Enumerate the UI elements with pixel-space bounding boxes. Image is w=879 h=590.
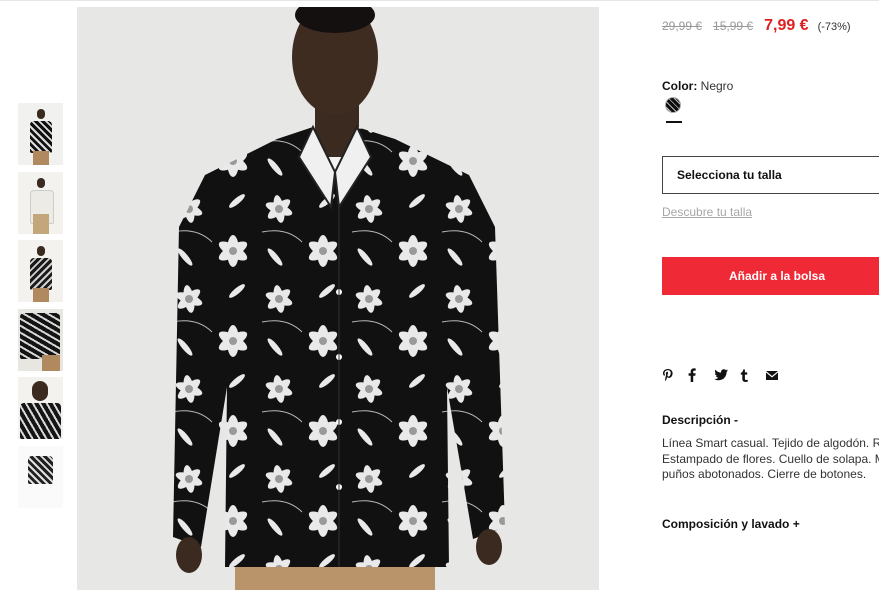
description-heading[interactable]: Descripción - [662,413,738,427]
color-label: Color: Negro [662,79,733,93]
facebook-icon[interactable] [688,367,714,383]
description-line: Estampado de flores. Cuello de solapa. M [662,451,879,466]
description-line: puños abotonados. Cierre de botones. [662,467,867,481]
add-to-bag-button[interactable]: Añadir a la bolsa [662,257,879,295]
selected-swatch-indicator [666,121,682,123]
color-swatch-negro[interactable] [665,97,681,113]
email-icon[interactable] [766,367,792,383]
pinterest-icon[interactable] [662,367,688,383]
thumbnail-5[interactable] [18,377,63,439]
original-price: 29,99 € [662,19,703,33]
price-row: 29,99 € 15,99 € 7,99 € (-73%) [662,17,851,35]
main-product-image[interactable] [77,7,599,590]
thumbnail-4[interactable] [18,308,63,371]
thumbnail-1[interactable] [18,103,63,165]
thumbnail-2[interactable] [18,171,63,234]
discount-badge: (-73%) [817,21,851,33]
current-price: 7,99 € [764,17,809,34]
model-shirt-illustration [77,7,599,590]
description-line: Línea Smart casual. Tejido de algodón. R… [662,436,879,450]
thumbnail-gallery [18,103,63,514]
twitter-icon[interactable] [714,367,740,383]
tumblr-icon[interactable] [740,367,766,383]
share-bar [662,367,792,383]
size-select[interactable]: Selecciona tu talla [662,156,879,194]
color-label-value: Negro [700,79,734,93]
composition-heading[interactable]: Composición y lavado + [662,517,800,531]
previous-price: 15,99 € [713,19,754,33]
top-divider [0,0,879,1]
thumbnail-3[interactable] [18,240,63,302]
color-label-key: Color: [662,79,698,93]
thumbnail-6[interactable] [18,445,63,508]
description-text: Línea Smart casual. Tejido de algodón. R… [662,436,879,483]
size-guide-link[interactable]: Descubre tu talla [662,205,752,219]
